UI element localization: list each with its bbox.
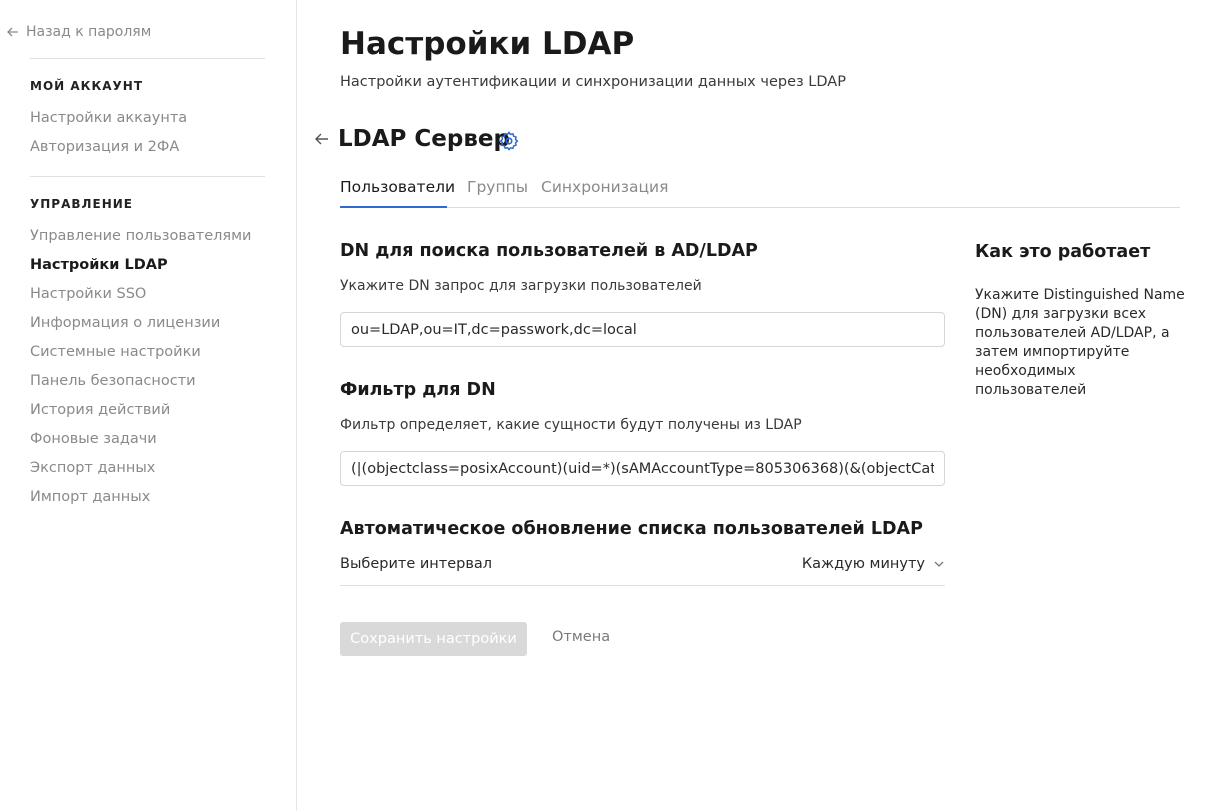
dn-section-title: DN для поиска пользователей в AD/LDAP [340,241,758,261]
sidebar-item-ldap-settings[interactable]: Настройки LDAP [30,257,168,273]
sidebar-item-account-settings[interactable]: Настройки аккаунта [30,110,187,126]
sidebar-item-license-info[interactable]: Информация о лицензии [30,315,220,331]
arrow-left-icon[interactable] [313,130,331,148]
dn-input[interactable] [340,312,945,347]
filter-input[interactable] [340,451,945,486]
sidebar-divider [30,58,265,59]
interval-row: Выберите интервал Каждую минуту [340,551,945,586]
sidebar-item-background-tasks[interactable]: Фоновые задачи [30,431,157,447]
save-settings-button[interactable]: Сохранить настройки [340,622,527,656]
page-subtitle: Настройки аутентификации и синхронизации… [340,74,846,90]
filter-section-description: Фильтр определяет, какие сущности будут … [340,417,802,433]
sidebar-item-security-dashboard[interactable]: Панель безопасности [30,373,196,389]
arrow-left-icon [7,27,18,37]
filter-section-title: Фильтр для DN [340,380,496,400]
chevron-down-icon [934,561,944,567]
back-to-passwords-link[interactable]: Назад к паролям [6,24,151,40]
sidebar-item-data-import[interactable]: Импорт данных [30,489,150,505]
sidebar-divider [30,176,265,177]
sidebar-item-user-management[interactable]: Управление пользователями [30,228,251,244]
server-title: LDAP Сервер [338,126,510,152]
help-text: Укажите Distinguished Name (DN) для загр… [975,287,1185,398]
sidebar-section-management: УПРАВЛЕНИЕ [30,197,133,211]
interval-label: Выберите интервал [340,556,493,572]
tab-groups[interactable]: Группы [467,178,528,208]
interval-value: Каждую минуту [801,556,925,572]
back-link-label: Назад к паролям [26,24,152,40]
help-panel: Как это работает Укажите Distinguished N… [975,242,1185,400]
cancel-button[interactable]: Отмена [552,629,610,645]
sidebar-item-sso-settings[interactable]: Настройки SSO [30,286,146,302]
sidebar-section-account: МОЙ АККАУНТ [30,79,144,93]
sidebar-item-data-export[interactable]: Экспорт данных [30,460,155,476]
sidebar-item-auth-2fa[interactable]: Авторизация и 2ФА [30,139,179,155]
sidebar-item-system-settings[interactable]: Системные настройки [30,344,201,360]
tab-sync[interactable]: Синхронизация [541,178,668,208]
page-title: Настройки LDAP [340,26,635,62]
interval-select[interactable]: Каждую минуту [802,556,945,572]
dn-section-description: Укажите DN запрос для загрузки пользоват… [340,278,702,294]
sidebar-item-action-history[interactable]: История действий [30,402,170,418]
auto-update-title: Автоматическое обновление списка пользов… [340,519,923,539]
help-title: Как это работает [975,242,1151,262]
sidebar: Назад к паролям МОЙ АККАУНТ Настройки ак… [0,0,297,811]
tabs-bar: Пользователи Группы Синхронизация [340,178,1180,208]
gear-icon[interactable] [498,130,520,152]
tab-users[interactable]: Пользователи [340,178,455,208]
